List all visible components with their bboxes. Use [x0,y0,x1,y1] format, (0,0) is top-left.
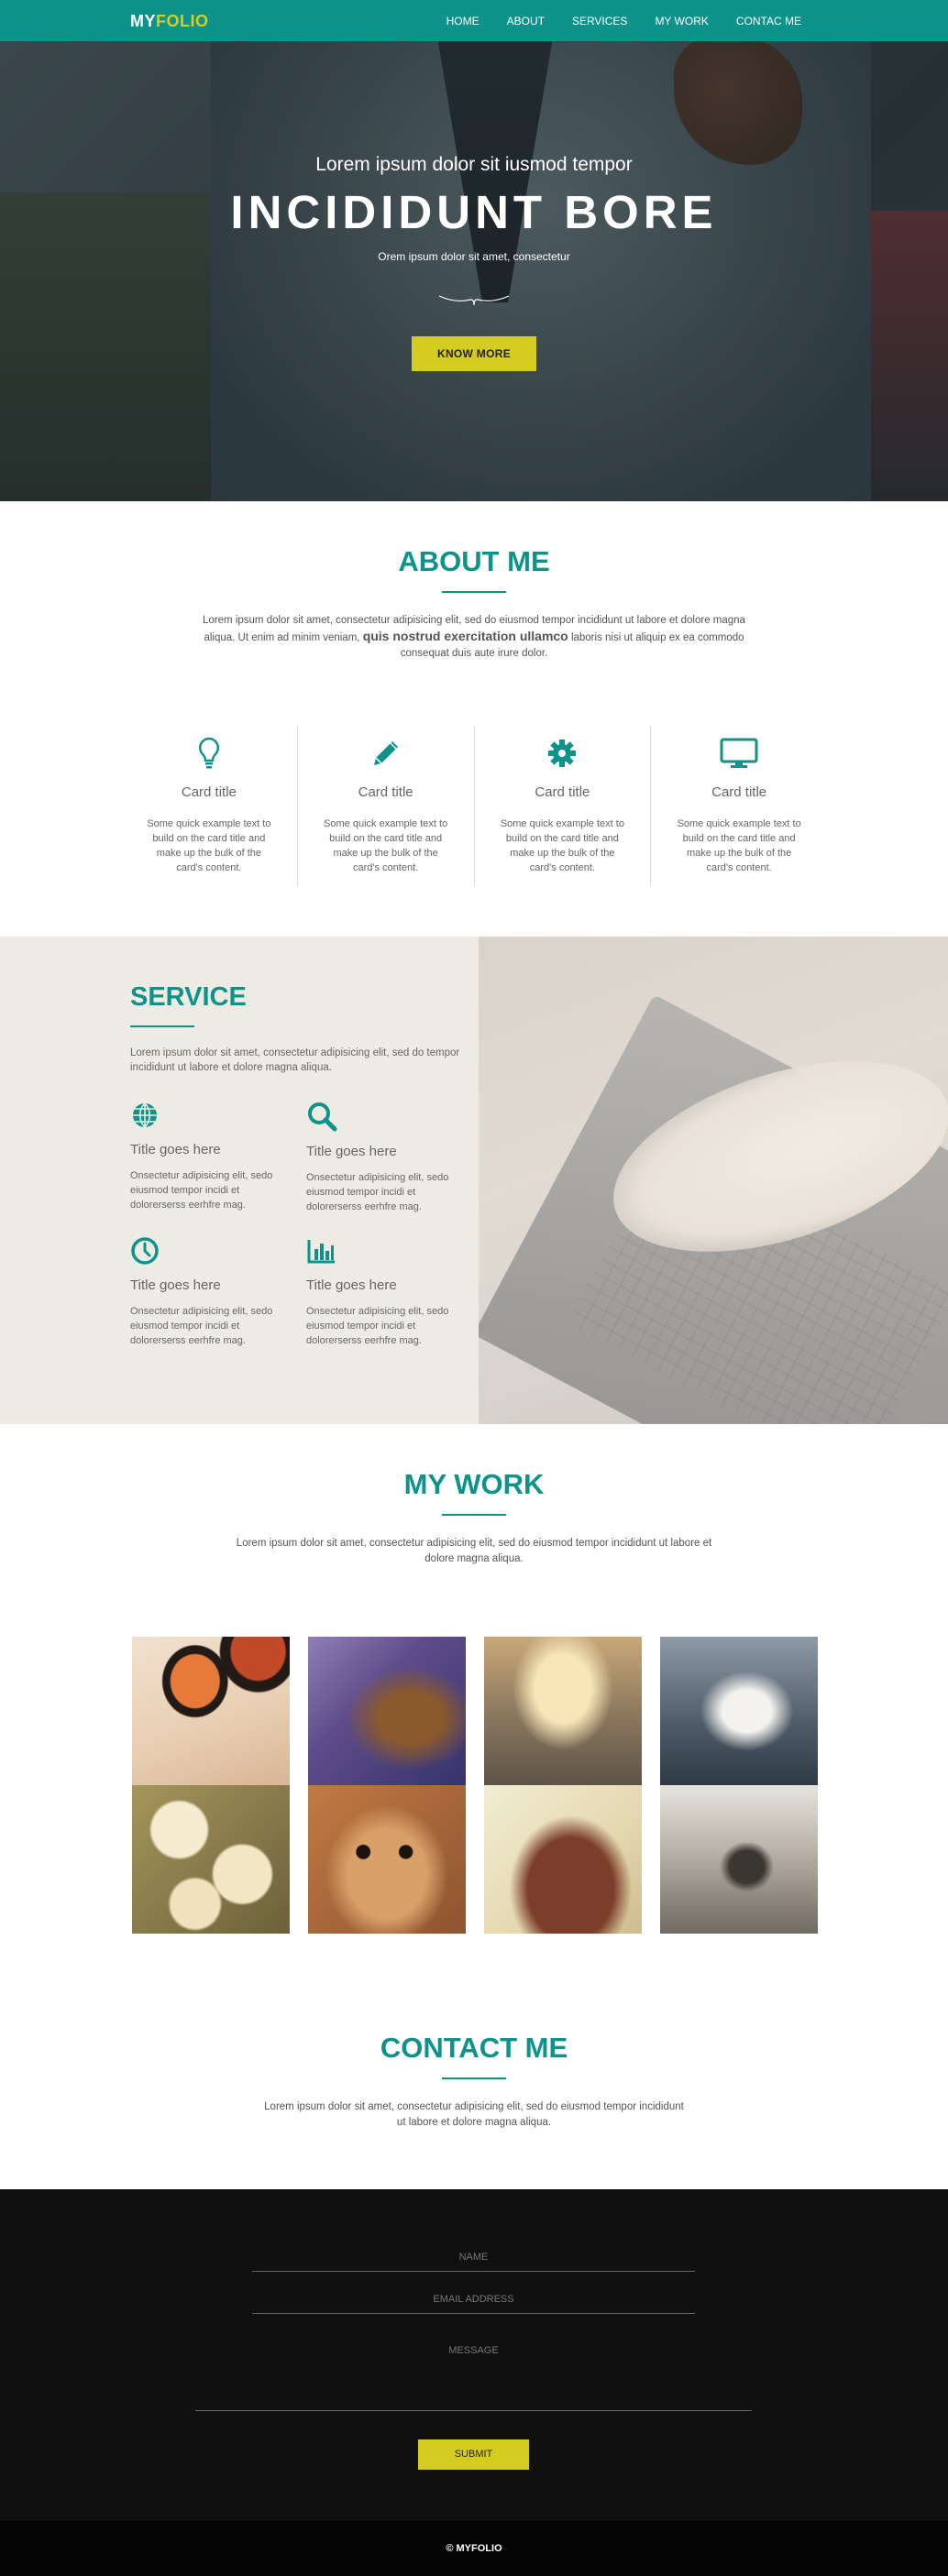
work-text: Lorem ipsum dolor sit amet, consectetur … [236,1538,712,1564]
nav-services[interactable]: SERVICES [572,15,627,27]
nav-about[interactable]: ABOUT [507,15,545,27]
decorative-brace-icon [438,295,510,306]
card-item: Card title Some quick example text to bu… [651,726,827,886]
work-divider [442,1514,506,1516]
name-field[interactable]: NAME [252,2252,695,2272]
about-divider [442,591,506,593]
card-text: Some quick example text to build on the … [324,818,448,873]
gallery-photo-dog[interactable] [307,1785,466,1934]
work-gallery [131,1637,818,1934]
service-title: SERVICE [130,982,247,1012]
card-title: Card title [535,784,590,800]
service-item-text: Onsectetur adipisicing elit, sedo eiusmo… [130,1170,273,1211]
gallery-photo-road[interactable] [483,1637,642,1785]
hero-section: Lorem ipsum dolor sit iusmod tempor INCI… [0,0,948,501]
gear-icon [491,735,634,772]
service-divider [130,1025,194,1027]
bar-chart-icon [307,1240,335,1264]
service-item: Title goes here Onsectetur adipisicing e… [306,1236,482,1348]
hero-content: Lorem ipsum dolor sit iusmod tempor INCI… [0,154,948,371]
service-item-text: Onsectetur adipisicing elit, sedo eiusmo… [306,1306,449,1346]
hero-subtitle: Orem ipsum dolor sit amet, consectetur [378,250,570,263]
service-item-text: Onsectetur adipisicing elit, sedo eiusmo… [306,1172,449,1212]
card-text: Some quick example text to build on the … [147,818,271,873]
contact-text: Lorem ipsum dolor sit amet, consectetur … [264,2101,684,2128]
about-text: Lorem ipsum dolor sit amet, consectetur … [194,613,754,662]
service-item-title: Title goes here [130,1277,221,1293]
lightbulb-icon [138,735,281,772]
contact-form: NAME EMAIL ADDRESS MESSAGE SUBMIT [0,2189,948,2521]
clock-icon [131,1237,159,1265]
message-field[interactable]: MESSAGE [195,2345,752,2411]
top-navbar: MYFOLIO HOME ABOUT SERVICES MY WORK CONT… [0,0,948,41]
gallery-photo-sunglasses[interactable] [131,1637,290,1785]
service-item: Title goes here Onsectetur adipisicing e… [306,1101,482,1214]
footer: © MYFOLIO [0,2521,948,2576]
card-title: Card title [711,784,767,800]
service-item: Title goes here Onsectetur adipisicing e… [130,1236,306,1348]
gallery-photo-street[interactable] [659,1785,818,1934]
work-section: MY WORK Lorem ipsum dolor sit amet, cons… [0,1424,948,1997]
about-text-strong: quis nostrud exercitation ullamco [362,629,568,643]
contact-title: CONTACT ME [380,2032,568,2064]
service-item-text: Onsectetur adipisicing elit, sedo eiusmo… [130,1306,273,1346]
globe-icon [133,1102,157,1128]
pencil-icon [314,735,457,772]
nav-links: HOME ABOUT SERVICES MY WORK CONTAC ME [419,15,801,27]
contact-section: CONTACT ME Lorem ipsum dolor sit amet, c… [0,1997,948,2189]
hero-kicker: Lorem ipsum dolor sit iusmod tempor [315,154,633,175]
about-section: ABOUT ME Lorem ipsum dolor sit amet, con… [0,501,948,937]
logo[interactable]: MYFOLIO [130,12,209,31]
service-section: SERVICE Lorem ipsum dolor sit amet, cons… [0,937,948,1424]
nav-my-work[interactable]: MY WORK [655,15,708,27]
service-photo-laptop [479,937,948,1424]
logo-part-my: MY [130,12,156,30]
service-item-title: Title goes here [306,1144,397,1159]
card-text: Some quick example text to build on the … [500,818,624,873]
gallery-photo-swan[interactable] [659,1637,818,1785]
card-title: Card title [358,784,413,800]
nav-contact[interactable]: CONTAC ME [736,15,801,27]
hero-title: INCIDIDUNT BORE [230,186,718,238]
work-title: MY WORK [403,1468,545,1500]
card-item: Card title Some quick example text to bu… [475,726,652,886]
service-grid: Title goes here Onsectetur adipisicing e… [130,1101,479,1348]
contact-divider [442,2077,506,2079]
nav-home[interactable]: HOME [446,15,480,27]
service-item-title: Title goes here [306,1277,397,1293]
card-title: Card title [181,784,237,800]
about-title: ABOUT ME [398,545,550,577]
card-text: Some quick example text to build on the … [677,818,801,873]
about-cards: Card title Some quick example text to bu… [121,726,827,886]
card-item: Card title Some quick example text to bu… [121,726,298,886]
footer-copyright: © MYFOLIO [446,2543,502,2554]
card-item: Card title Some quick example text to bu… [298,726,475,886]
submit-button[interactable]: SUBMIT [418,2439,529,2470]
service-panel: SERVICE Lorem ipsum dolor sit amet, cons… [0,937,479,1424]
know-more-button[interactable]: KNOW MORE [411,336,537,371]
service-item-title: Title goes here [130,1142,221,1157]
email-field[interactable]: EMAIL ADDRESS [252,2294,695,2314]
gallery-photo-fruit[interactable] [131,1785,290,1934]
search-icon [308,1102,337,1132]
service-item: Title goes here Onsectetur adipisicing e… [130,1101,306,1214]
service-intro: Lorem ipsum dolor sit amet, consectetur … [130,1047,460,1073]
monitor-icon [667,735,810,772]
photo-fade [479,937,948,1424]
gallery-photo-leaf[interactable] [307,1637,466,1785]
gallery-photo-hair[interactable] [483,1785,642,1934]
logo-part-folio: FOLIO [156,12,209,30]
